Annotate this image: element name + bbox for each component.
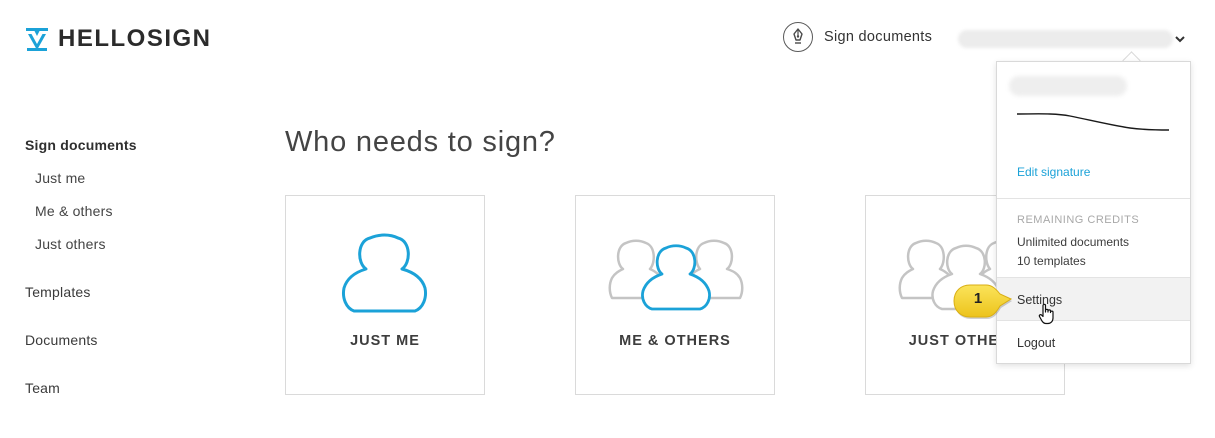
credits-templates: 10 templates (1017, 254, 1086, 268)
pen-nib-icon (783, 22, 813, 52)
header-sign-documents-button[interactable]: Sign documents (783, 22, 932, 52)
step-number: 1 (973, 290, 983, 307)
sidebar-item-just-me[interactable]: Just me (35, 170, 85, 186)
dropdown-divider (997, 198, 1190, 199)
single-person-icon (342, 233, 427, 313)
sidebar-item-team[interactable]: Team (25, 380, 60, 396)
dropdown-user-name-redacted (1009, 76, 1127, 96)
settings-menu-item[interactable]: Settings (997, 278, 1190, 320)
remaining-credits-heading: REMAINING CREDITS (1017, 214, 1140, 226)
signature-preview (1016, 113, 1170, 131)
logout-menu-item[interactable]: Logout (997, 321, 1190, 363)
header-sign-documents-label: Sign documents (824, 29, 933, 45)
credits-documents: Unlimited documents (1017, 235, 1130, 249)
just-me-card[interactable]: JUST ME (285, 195, 485, 395)
logo-text: HELLOSIGN (58, 25, 212, 52)
just-me-label: JUST ME (350, 333, 420, 349)
logout-label: Logout (1017, 336, 1056, 350)
page-title: Who needs to sign? (285, 126, 556, 158)
hellosign-logo[interactable]: HELLOSIGN (25, 26, 212, 52)
sidebar-item-documents[interactable]: Documents (25, 332, 98, 348)
group-me-highlighted-icon (608, 239, 744, 311)
sidebar-item-templates[interactable]: Templates (25, 284, 91, 300)
sidebar-item-sign-documents[interactable]: Sign documents (25, 137, 137, 153)
hand-cursor-icon (1038, 303, 1054, 325)
account-dropdown-menu: Edit signature REMAINING CREDITS Unlimit… (996, 61, 1191, 364)
sidebar-item-just-others[interactable]: Just others (35, 236, 106, 252)
hellosign-logo-mark-icon (26, 28, 48, 51)
edit-signature-link[interactable]: Edit signature (1017, 165, 1090, 179)
user-name-redacted[interactable] (958, 30, 1173, 48)
me-and-others-card[interactable]: ME & OTHERS (575, 195, 775, 395)
sidebar-item-me-and-others[interactable]: Me & others (35, 203, 113, 219)
chevron-down-icon[interactable] (1174, 33, 1186, 45)
me-and-others-label: ME & OTHERS (619, 333, 731, 349)
